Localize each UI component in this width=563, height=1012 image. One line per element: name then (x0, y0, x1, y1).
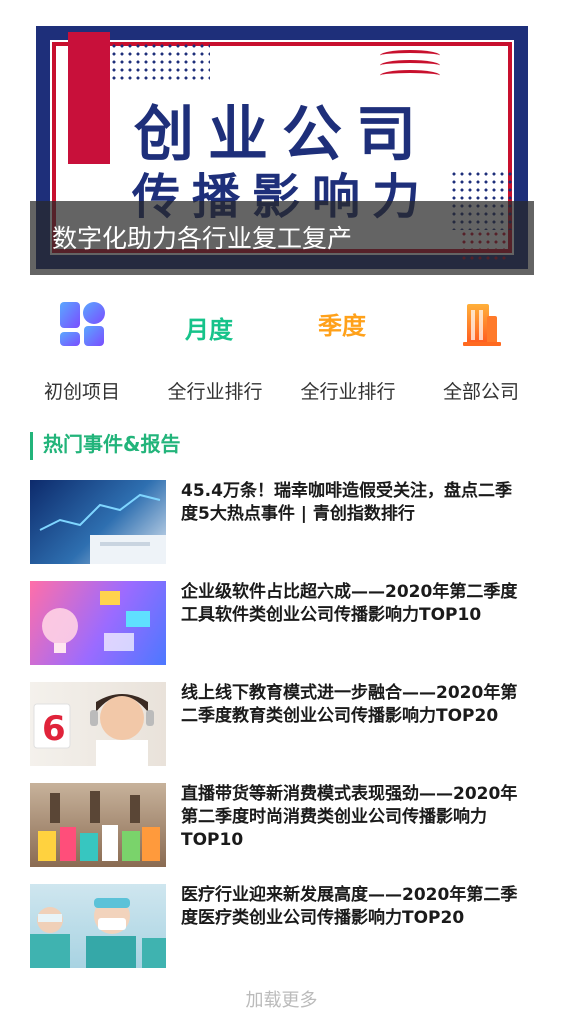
svg-text:6: 6 (42, 709, 66, 749)
article-thumbnail-finance (30, 480, 166, 564)
article-item[interactable]: 医疗行业迎来新发展高度——2020年第二季度医疗类创业公司传播影响力TOP20 (30, 884, 540, 968)
banner-dots-top (110, 42, 210, 82)
nav-item-monthly-ranking[interactable]: 月度 全行业排行 (145, 300, 285, 403)
article-title: 直播带货等新消费模式表现强劲——2020年第二季度时尚消费类创业公司传播影响力T… (181, 784, 518, 850)
nav-item-startup-projects[interactable]: 初创项目 (12, 300, 152, 403)
quarterly-icon: 季度 (318, 300, 372, 348)
grid-icon (58, 300, 106, 348)
banner-carousel[interactable]: 创业公司 传播影响力 数字化助力各行业复工复产 (30, 20, 534, 275)
banner-caption: 数字化助力各行业复工复产 (52, 224, 353, 253)
article-thumbnail-medical (30, 884, 166, 968)
nav-label: 全部公司 (442, 381, 519, 403)
article-thumbnail-software (30, 581, 166, 665)
nav-item-all-companies[interactable]: 全部公司 (411, 300, 551, 403)
banner-wave-3 (380, 70, 440, 81)
article-thumbnail-fashion (30, 783, 166, 867)
nav-label: 全行业排行 (167, 381, 263, 403)
quick-nav: 初创项目 月度 全行业排行 季度 全行业排行 全部公司 (0, 300, 563, 410)
article-item[interactable]: 直播带货等新消费模式表现强劲——2020年第二季度时尚消费类创业公司传播影响力T… (30, 783, 540, 867)
article-title: 45.4万条！瑞幸咖啡造假受关注，盘点二季度5大热点事件 | 青创指数排行 (181, 481, 512, 524)
nav-label: 初创项目 (43, 381, 120, 403)
article-item[interactable]: 45.4万条！瑞幸咖啡造假受关注，盘点二季度5大热点事件 | 青创指数排行 (30, 480, 540, 564)
article-item[interactable]: 6 线上线下教育模式进一步融合——2020年第二季度教育类创业公司传播影响力TO… (30, 682, 540, 766)
article-title: 线上线下教育模式进一步融合——2020年第二季度教育类创业公司传播影响力TOP2… (181, 683, 518, 726)
article-item[interactable]: 企业级软件占比超六成——2020年第二季度工具软件类创业公司传播影响力TOP10 (30, 581, 540, 665)
nav-label: 全行业排行 (300, 381, 396, 403)
load-more-button[interactable]: 加载更多 (0, 986, 563, 1012)
monthly-icon: 月度 (185, 300, 239, 348)
article-thumbnail-education: 6 (30, 682, 166, 766)
quarterly-glyph: 季度 (318, 312, 366, 340)
nav-item-quarterly-ranking[interactable]: 季度 全行业排行 (278, 300, 418, 403)
section-title-hot-events: 热门事件&报告 (30, 432, 180, 460)
article-title: 医疗行业迎来新发展高度——2020年第二季度医疗类创业公司传播影响力TOP20 (181, 885, 518, 928)
article-title: 企业级软件占比超六成——2020年第二季度工具软件类创业公司传播影响力TOP10 (181, 582, 518, 625)
building-icon (457, 300, 505, 348)
monthly-glyph: 月度 (185, 316, 233, 344)
